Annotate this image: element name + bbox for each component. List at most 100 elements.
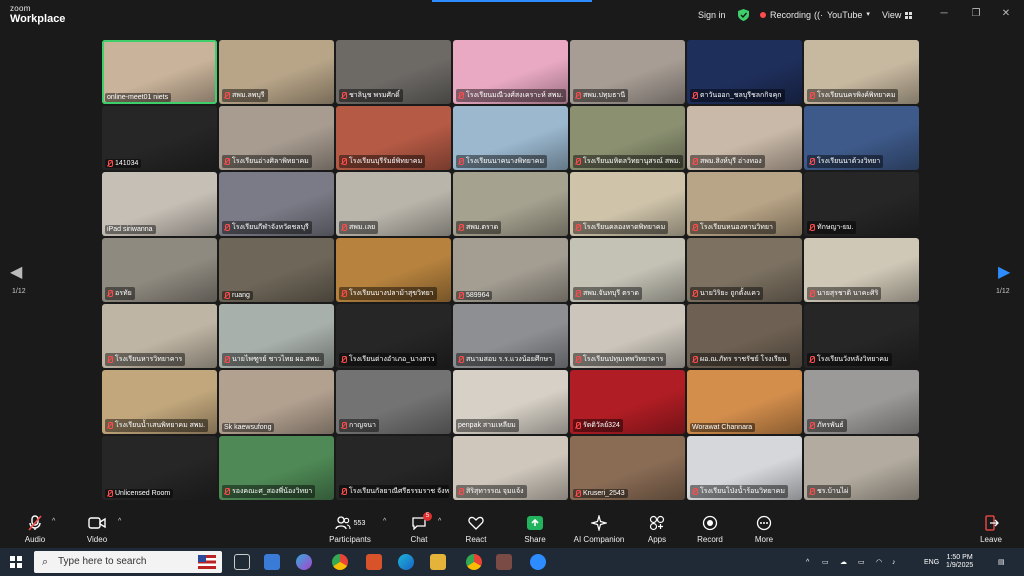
participant-tile[interactable]: Sk kaewsufong [219,370,334,434]
participant-tile[interactable]: ชาลินุช พรมศักดิ์ [336,40,451,104]
participants-button[interactable]: 553 Participants [320,514,380,544]
ai-companion-button[interactable]: AI Companion [568,514,630,544]
share-button[interactable]: Share [510,514,560,544]
view-menu[interactable]: View [882,8,913,22]
participants-options-caret-icon[interactable]: ^ [383,518,386,525]
chrome-icon-2[interactable] [466,554,482,570]
participant-tile[interactable]: Worawat Channara [687,370,802,434]
leave-button[interactable]: Leave [966,514,1016,544]
participant-tile[interactable]: ชร.บ้านไผ่ [804,436,919,500]
app-icon[interactable] [366,554,382,570]
participant-tile[interactable]: ภัทรพันธ์ [804,370,919,434]
participant-tile[interactable]: 141034 [102,106,217,170]
encryption-shield-icon[interactable] [738,8,749,22]
chat-label: Chat [410,535,428,544]
participant-tile[interactable]: 589964 [453,238,568,302]
volume-icon[interactable]: ♪ [892,548,896,576]
participant-tile[interactable]: โรงเรียนนาคนางพิทยาคม [453,106,568,170]
audio-options-caret-icon[interactable]: ^ [52,518,55,525]
restore-icon[interactable]: ❐ [966,6,986,22]
chat-button[interactable]: 5 Chat [394,512,444,544]
more-button[interactable]: More [739,514,789,544]
tray-overflow-icon[interactable]: ^ [806,548,809,576]
participant-tile[interactable]: โรงเรียนหนองหานวิทยา [687,172,802,236]
minimize-icon[interactable]: ─ [934,6,954,22]
windows-start-icon[interactable] [10,556,22,568]
participant-tile[interactable]: online-meet01 niets [102,40,217,104]
signin-button[interactable]: Sign in [698,8,726,22]
zoom-app-icon[interactable] [530,554,546,570]
clock[interactable]: 1:50 PM 1/9/2025 [946,548,973,576]
participant-tile[interactable]: โรงเรียนกีฬาจังหวัดชลบุรี [219,172,334,236]
participant-tile[interactable]: โรงเรียนคลองหาดพิทยาคม [570,172,685,236]
participant-tile[interactable]: โรงเรียนปทุมเทพวิทยาคาร [570,304,685,368]
participant-name-label: Kruseri_2543 [573,489,628,498]
cloud-icon[interactable]: ☁ [840,548,847,576]
participant-tile[interactable]: สพม.จันทบุรี ตราด [570,238,685,302]
battery-icon[interactable]: ▭ [858,548,865,576]
participant-tile[interactable]: สพม.ลพบุรี [219,40,334,104]
chrome-icon[interactable] [332,554,348,570]
participant-tile[interactable]: โรงเรียนหารวิทยาคาร [102,304,217,368]
recording-indicator[interactable]: Recording [760,8,811,22]
participant-tile[interactable]: ผอ.ณ.ภัทร ราชรัชย์ โรงเรียน [687,304,802,368]
close-icon[interactable]: ✕ [996,6,1016,22]
participant-tile[interactable]: สพม.สิงห์บุรี อ่างทอง [687,106,802,170]
mic-muted-icon [809,488,815,495]
participant-tile[interactable]: ruang [219,238,334,302]
mic-muted-icon [107,490,113,497]
windows-taskbar: ⌕ Type here to search ^ ▭ ☁ ▭ ◠ ♪ ENG 1:… [0,548,1024,576]
participant-tile[interactable]: Unlicensed Room [102,436,217,500]
video-options-caret-icon[interactable]: ^ [118,518,121,525]
network-icon[interactable]: ▭ [822,548,829,576]
participant-tile[interactable]: penpak สามเหลียม [453,370,568,434]
edge-icon[interactable] [398,554,414,570]
previous-page-icon[interactable]: ◀ [10,262,22,282]
participant-tile[interactable]: โรงเรียนต่างอำเภอ_นางสาว [336,304,451,368]
participant-tile[interactable]: โรงเรียนวังหลังวิทยาคม [804,304,919,368]
notifications-icon[interactable]: ▤ [998,548,1005,576]
participant-tile[interactable]: โรงเรียนโป่งน้ำร้อนวิทยาคม [687,436,802,500]
participant-tile[interactable]: สพม.เลย [336,172,451,236]
wifi-icon[interactable]: ◠ [876,548,882,576]
participant-tile[interactable]: กาญจนา [336,370,451,434]
copilot-icon[interactable] [296,554,312,570]
participant-tile[interactable]: รองคณะศ_สองพี่น้องวิทยา [219,436,334,500]
next-page-icon[interactable]: ▶ [998,262,1010,282]
participant-tile[interactable]: นายวิริยะ ถูกตั้งแคว [687,238,802,302]
participant-tile[interactable]: Kruseri_2543 [570,436,685,500]
participant-tile[interactable]: โรงเรียนมหิดลวิทยานุสรณ์ สพม. [570,106,685,170]
participant-tile[interactable]: ทักษญา-ยม. [804,172,919,236]
participant-tile[interactable]: สนามสอบ ร.ร.แวงน้อยศึกษา [453,304,568,368]
apps-button[interactable]: Apps [632,514,682,544]
participant-tile[interactable]: โรงเรียนบางปลาม้าสุขวิทยา [336,238,451,302]
participant-tile[interactable]: รัตติวัลย์324 [570,370,685,434]
participant-tile[interactable]: สพม.ตราด [453,172,568,236]
participant-tile[interactable]: โรงเรียนนาด้วงวิทยา [804,106,919,170]
participant-tile[interactable]: โรงเรียนบุรีรัมย์พิทยาคม [336,106,451,170]
participant-tile[interactable]: โรงเรียนนครพิงค์พิทยาคม [804,40,919,104]
presentation-app-icon[interactable] [496,554,512,570]
participant-tile[interactable]: โรงเรียนกัลยาณีศรีธรรมราช จังหวัดปุรี [336,436,451,500]
file-explorer-icon[interactable] [430,554,446,570]
react-button[interactable]: React [451,514,501,544]
participant-tile[interactable]: โรงเรียนมณีวงศ์สงเคราะห์ สพม. [453,40,568,104]
widgets-icon[interactable] [264,554,280,570]
participant-tile[interactable]: อรทัย [102,238,217,302]
taskbar-search-input[interactable]: ⌕ Type here to search [34,551,222,573]
participant-tile[interactable]: สพม.ปทุมธานี [570,40,685,104]
participant-tile[interactable]: นายสุรชาติ นาคะศิริ [804,238,919,302]
chat-options-caret-icon[interactable]: ^ [438,518,441,525]
participant-tile[interactable]: สิริสุทารรณ จุมแจ้ง [453,436,568,500]
participant-tile[interactable]: โรงเรียนอ่างศิลาพิทยาคม [219,106,334,170]
youtube-stream-menu[interactable]: ((· YouTube ▾ [814,8,870,22]
participant-tile[interactable]: iPad siriwanna [102,172,217,236]
task-view-icon[interactable] [234,554,250,570]
participant-tile[interactable]: โรงเรียนน้ำเสนพิทยาคม สพม. [102,370,217,434]
record-icon [685,514,735,532]
participant-tile[interactable]: ตาวันออก_ชลบุรีชลกกิจคุก [687,40,802,104]
language-indicator[interactable]: ENG [924,548,939,576]
video-button[interactable]: Video [72,514,122,544]
record-button[interactable]: Record [685,514,735,544]
participant-tile[interactable]: นายไพฑูรย์ ชาวไทย ผอ.สพม. [219,304,334,368]
